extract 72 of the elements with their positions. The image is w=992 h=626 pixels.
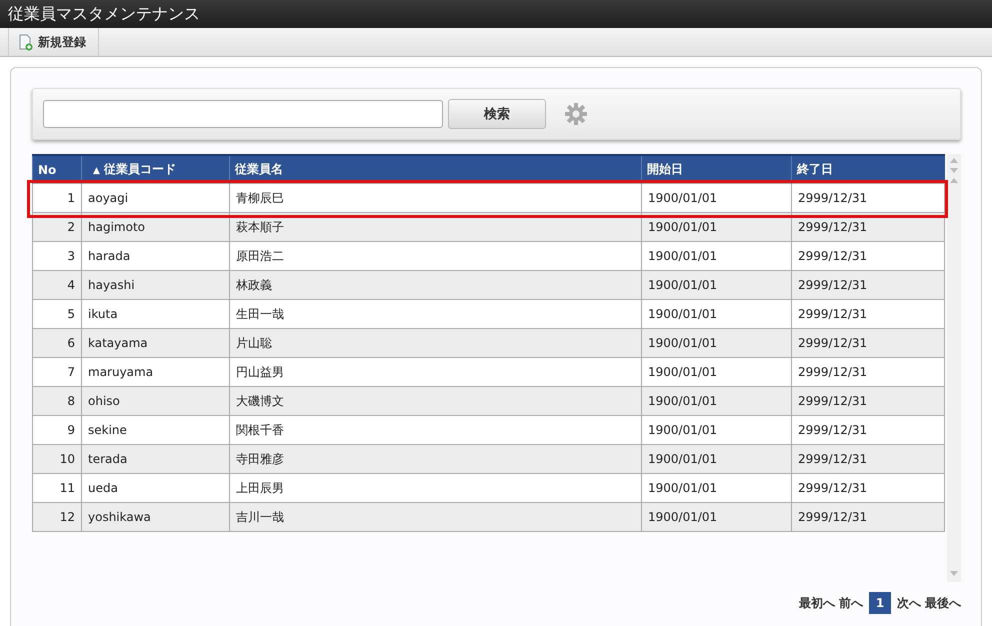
table-cell: 1900/01/01 [642, 474, 792, 502]
table-cell: 1900/01/01 [642, 444, 792, 474]
table-cell: ohiso [82, 386, 230, 416]
search-field[interactable] [43, 100, 443, 128]
sort-indicator: ▲ [93, 166, 100, 176]
table-cell: 上田辰男 [230, 474, 642, 502]
first-page-link[interactable]: 最初へ [799, 594, 835, 612]
table-cell: 4 [32, 270, 82, 300]
table-cell: 大磯博文 [230, 386, 642, 416]
previous-page-link[interactable]: 前へ [839, 594, 863, 612]
last-page-link[interactable]: 最後へ [925, 594, 961, 612]
scroll-down-icon[interactable] [950, 571, 958, 576]
table-cell: 吉川一哉 [230, 502, 642, 532]
table-cell: 1900/01/01 [642, 270, 792, 300]
scroll-up-icon[interactable] [950, 178, 958, 183]
table-cell: 3 [32, 242, 82, 270]
table-cell: 2999/12/31 [792, 270, 944, 300]
table-cell: 2999/12/31 [792, 502, 944, 532]
table-cell: 7 [32, 358, 82, 386]
table-cell: 1900/01/01 [642, 242, 792, 270]
table-cell: hayashi [82, 270, 230, 300]
table-cell: 8 [32, 386, 82, 416]
table-cell: sekine [82, 416, 230, 444]
table-cell: 1900/01/01 [642, 184, 792, 212]
table-cell: 2999/12/31 [792, 386, 944, 416]
table-cell: 9 [32, 416, 82, 444]
table-cell: 生田一哉 [230, 300, 642, 328]
window-title: 従業員マスタメンテナンス [8, 4, 200, 24]
table-cell: 5 [32, 300, 82, 328]
table-cell: ueda [82, 474, 230, 502]
table-cell: 1900/01/01 [642, 416, 792, 444]
table-cell: 2999/12/31 [792, 300, 944, 328]
search-button[interactable]: 検索 [448, 99, 546, 129]
column-label: 従業員コード [104, 162, 176, 176]
table-cell: 1900/01/01 [642, 502, 792, 532]
table-cell: katayama [82, 328, 230, 358]
table-cell: 2999/12/31 [792, 184, 944, 212]
table-cell: 2999/12/31 [792, 444, 944, 474]
scroll-up-icon[interactable] [950, 158, 958, 163]
table-cell: 1900/01/01 [642, 328, 792, 358]
table-cell: maruyama [82, 358, 230, 386]
table-cell: 林政義 [230, 270, 642, 300]
table-cell: 原田浩二 [230, 242, 642, 270]
table-cell: 6 [32, 328, 82, 358]
table-cell: ikuta [82, 300, 230, 328]
next-page-link[interactable]: 次へ [897, 594, 921, 612]
table-cell: 2999/12/31 [792, 416, 944, 444]
table-cell: 円山益男 [230, 358, 642, 386]
table-cell: 1900/01/01 [642, 358, 792, 386]
table-cell: aoyagi [82, 184, 230, 212]
table-cell: 11 [32, 474, 82, 502]
table-cell: 関根千香 [230, 416, 642, 444]
new-document-icon [19, 34, 33, 50]
table-cell: 青柳辰巳 [230, 184, 642, 212]
table-cell: 寺田雅彦 [230, 444, 642, 474]
table-cell: 2999/12/31 [792, 474, 944, 502]
scroll-down-icon[interactable] [950, 168, 958, 173]
table-cell: 1900/01/01 [642, 300, 792, 328]
table-cell: 2999/12/31 [792, 328, 944, 358]
page-number[interactable]: 1 [869, 592, 891, 614]
table-cell: harada [82, 242, 230, 270]
table-cell: 2999/12/31 [792, 242, 944, 270]
table-cell: 2999/12/31 [792, 358, 944, 386]
settings-icon[interactable] [564, 102, 588, 126]
table-cell: yoshikawa [82, 502, 230, 532]
table-cell: terada [82, 444, 230, 474]
table-cell: 12 [32, 502, 82, 532]
table-cell: 片山聡 [230, 328, 642, 358]
scrollbar[interactable] [947, 154, 961, 582]
new-button[interactable]: 新規登録 [8, 28, 99, 56]
table-cell: 1900/01/01 [642, 386, 792, 416]
table-cell: 10 [32, 444, 82, 474]
